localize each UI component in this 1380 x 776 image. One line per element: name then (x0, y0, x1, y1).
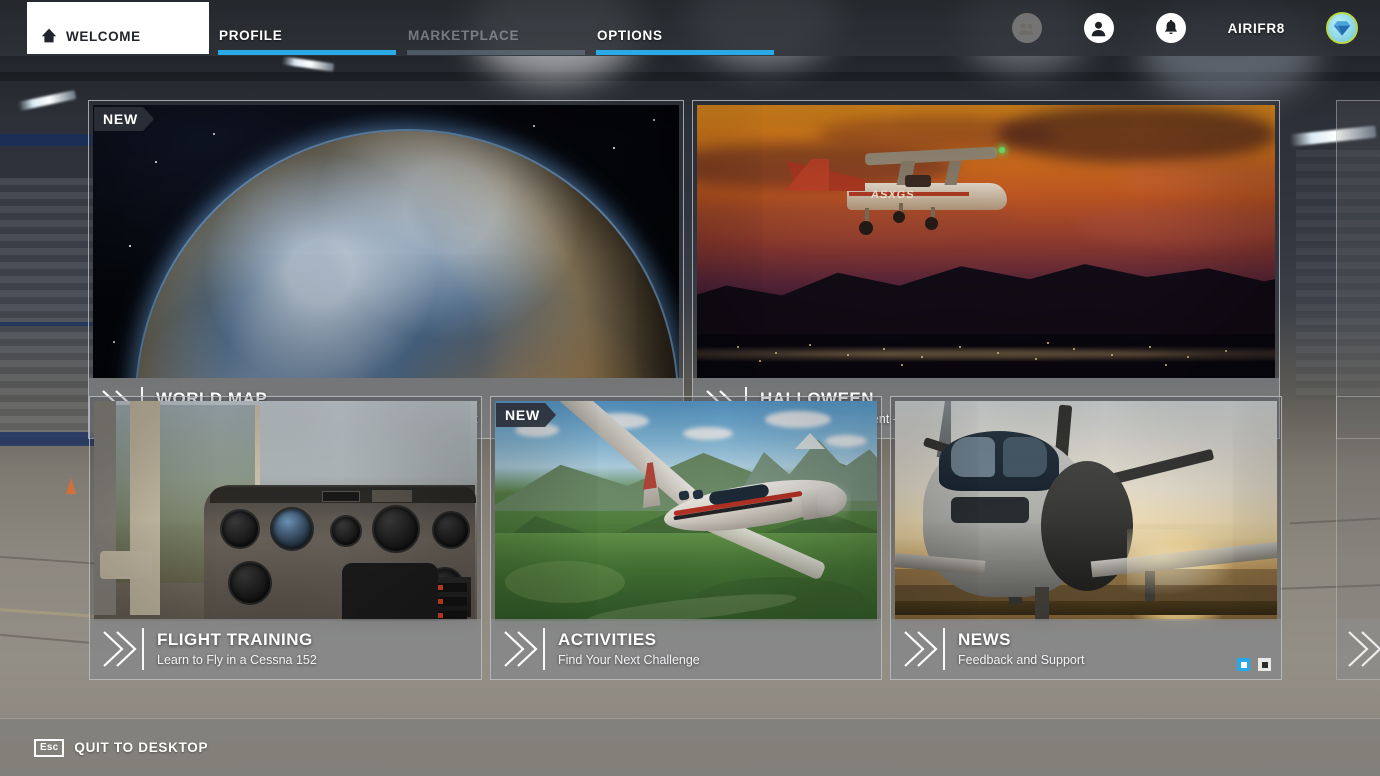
new-badge-label: NEW (103, 111, 139, 127)
bottom-action-bar: Esc QUIT TO DESKTOP (0, 718, 1380, 776)
card-news-subtitle: Feedback and Support (958, 652, 1085, 667)
card-world-map-new-badge: NEW (94, 107, 154, 131)
top-navigation-bar: WELCOME PROFILE MARKETPLACE OPTIONS AIRI… (0, 0, 1380, 56)
card-halloween[interactable]: ASXGS HALLOWEEN Current Spotlight Event … (692, 100, 1280, 439)
footer-divider (543, 628, 545, 670)
chevron-double-right-icon (904, 631, 938, 667)
card-flight-training[interactable]: CESSNA (89, 396, 482, 680)
tab-profile[interactable]: PROFILE (218, 29, 396, 55)
friends-glyph (1018, 22, 1034, 35)
card-news[interactable]: NEWS Feedback and Support (890, 396, 1282, 680)
tab-marketplace-label: MARKETPLACE (408, 28, 520, 43)
profile-glyph (1091, 21, 1106, 36)
footer-divider (142, 628, 144, 670)
tab-options-label: OPTIONS (597, 28, 663, 43)
card-activities-title: ACTIVITIES (558, 630, 657, 650)
new-badge-label: NEW (505, 407, 541, 423)
tab-welcome-label: WELCOME (66, 28, 141, 44)
card-halloween-thumbnail: ASXGS (697, 105, 1275, 378)
card-flight-training-subtitle: Learn to Fly in a Cessna 152 (157, 652, 317, 667)
top-right-controls: AIRIFR8 (1011, 0, 1380, 56)
tab-options-underline (596, 49, 774, 55)
card-activities[interactable]: NEW ACTIVITIES Find Your Next Challenge (490, 396, 882, 680)
cessna-cockpit-art: CESSNA (94, 401, 477, 621)
turboprop-at-sunset-art (895, 401, 1277, 621)
profile-icon[interactable] (1083, 13, 1114, 43)
news-pagination (1237, 658, 1271, 671)
chevron-double-right-icon (103, 631, 137, 667)
tab-marketplace-underline (407, 49, 585, 55)
tab-profile-label: PROFILE (219, 28, 283, 43)
news-page-2[interactable] (1258, 658, 1271, 671)
card-grid: NEW WORLD MAP Edit Free Flight / Create … (0, 56, 1380, 704)
card-news-title: NEWS (958, 630, 1011, 650)
home-icon (41, 28, 57, 43)
card-news-thumbnail (895, 401, 1277, 621)
chevron-double-right-icon (1348, 631, 1380, 667)
card-flight-training-footer: FLIGHT TRAINING Learn to Fly in a Cessna… (90, 619, 481, 679)
card-activities-thumbnail (495, 401, 877, 621)
app-root: WELCOME PROFILE MARKETPLACE OPTIONS AIRI… (0, 0, 1380, 776)
card-activities-new-badge: NEW (496, 403, 556, 427)
esc-key-badge: Esc (34, 738, 65, 757)
gem-icon[interactable] (1326, 12, 1358, 44)
card-activities-subtitle: Find Your Next Challenge (558, 652, 700, 667)
tab-options[interactable]: OPTIONS (596, 29, 774, 55)
card-world-map[interactable]: NEW WORLD MAP Edit Free Flight / Create … (88, 100, 684, 439)
card-peek-bottom-right[interactable] (1336, 396, 1380, 680)
gem-glyph (1333, 20, 1351, 36)
notifications-bell-icon[interactable] (1155, 13, 1186, 43)
tab-profile-underline (218, 49, 396, 55)
card-peek-footer (1337, 619, 1380, 679)
card-news-footer: NEWS Feedback and Support (891, 619, 1281, 679)
news-page-1[interactable] (1237, 658, 1250, 671)
cessna-at-sunset-art: ASXGS (697, 105, 1275, 378)
card-flight-training-thumbnail: CESSNA (94, 401, 477, 621)
card-peek-top-right[interactable] (1336, 100, 1380, 439)
footer-divider (943, 628, 945, 670)
chevron-double-right-icon (504, 631, 538, 667)
tbm-over-alps-art (495, 401, 877, 621)
card-world-map-thumbnail (93, 105, 679, 378)
card-flight-training-title: FLIGHT TRAINING (157, 630, 313, 650)
tab-welcome[interactable]: WELCOME (27, 2, 209, 54)
earth-from-space-art (93, 105, 679, 378)
tab-marketplace[interactable]: MARKETPLACE (407, 29, 585, 55)
card-activities-footer: ACTIVITIES Find Your Next Challenge (491, 619, 881, 679)
quit-to-desktop-label[interactable]: QUIT TO DESKTOP (74, 740, 208, 755)
bell-glyph (1164, 19, 1177, 34)
username-label: AIRIFR8 (1227, 20, 1285, 36)
friends-icon[interactable] (1011, 13, 1042, 43)
